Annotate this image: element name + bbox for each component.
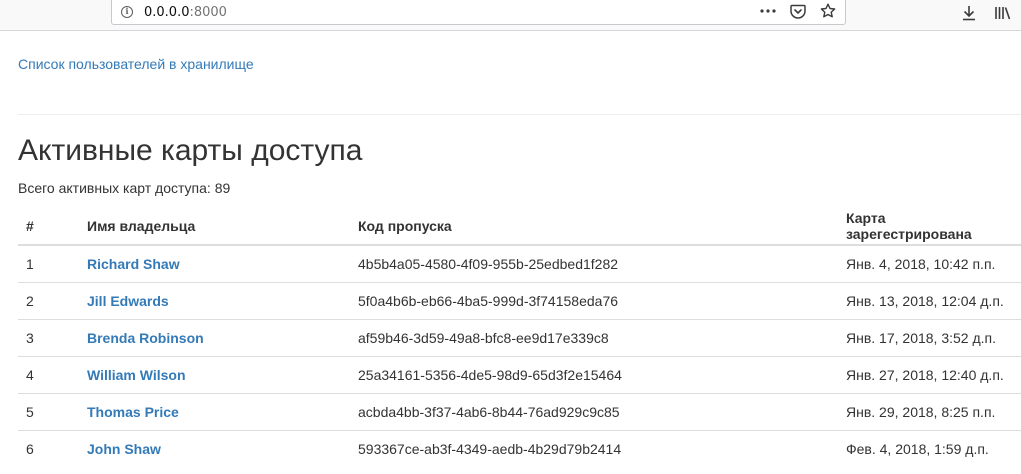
page-title: Активные карты доступа [18,134,363,167]
registered-date: Янв. 13, 2018, 12:04 д.п. [838,282,1021,320]
url-host: 0.0.0.0 [144,5,190,20]
card-code: 25a34161-5356-4de5-98d9-65d3f2e15464 [350,356,838,394]
owner-link[interactable]: Jill Edwards [87,293,169,309]
library-icon[interactable] [993,2,1013,24]
registered-date: Янв. 17, 2018, 3:52 д.п. [838,319,1021,357]
total-count: Всего активных карт доступа: 89 [18,180,231,196]
downloads-icon[interactable] [959,2,979,24]
header-code: Код пропуска [350,207,838,246]
row-num: 6 [18,430,79,467]
table-row: 1 Richard Shaw 4b5b4a05-4580-4f09-955b-2… [18,244,1021,283]
header-num: # [18,207,79,246]
row-num: 2 [18,282,79,320]
registered-date: Янв. 27, 2018, 12:40 д.п. [838,356,1021,394]
row-num: 3 [18,319,79,357]
registered-date: Янв. 4, 2018, 10:42 п.п. [838,244,1021,283]
url-text[interactable]: 0.0.0.0:8000 [144,5,227,20]
users-list-link[interactable]: Список пользователей в хранилище [18,56,254,72]
header-registered: Карта зарегестрирована [838,207,1021,246]
table-header-row: # Имя владельца Код пропуска Карта зарег… [18,207,1021,246]
owner-link[interactable]: Brenda Robinson [87,330,204,346]
card-code: 5f0a4b6b-eb66-4ba5-999d-3f74158eda76 [350,282,838,320]
table-row: 4 William Wilson 25a34161-5356-4de5-98d9… [18,356,1021,394]
table-row: 5 Thomas Price acbda4bb-3f37-4ab6-8b44-7… [18,393,1021,431]
pocket-icon[interactable] [789,2,807,20]
row-num: 5 [18,393,79,431]
card-code: 4b5b4a05-4580-4f09-955b-25edbed1f282 [350,244,838,283]
divider [18,114,1021,115]
card-code: 593367ce-ab3f-4349-aedb-4b29d79b2414 [350,430,838,467]
owner-link[interactable]: John Shaw [87,441,161,457]
registered-date: Фев. 4, 2018, 1:59 д.п. [838,430,1021,467]
info-icon[interactable]: i [121,6,133,18]
registered-date: Янв. 29, 2018, 8:25 п.п. [838,393,1021,431]
row-num: 1 [18,244,79,283]
card-code: af59b46-3d59-49a8-bfc8-ee9d17e339c8 [350,319,838,357]
url-port: :8000 [189,5,227,20]
header-owner: Имя владельца [79,207,350,246]
owner-link[interactable]: Richard Shaw [87,256,180,272]
more-actions-icon[interactable] [759,2,777,20]
table-row: 3 Brenda Robinson af59b46-3d59-49a8-bfc8… [18,319,1021,357]
browser-toolbar: i 0.0.0.0:8000 [0,0,1021,31]
table-row: 6 John Shaw 593367ce-ab3f-4349-aedb-4b29… [18,430,1021,467]
access-cards-table: # Имя владельца Код пропуска Карта зарег… [18,207,1021,467]
owner-link[interactable]: William Wilson [87,367,186,383]
row-num: 4 [18,356,79,394]
address-bar[interactable]: i 0.0.0.0:8000 [111,0,846,25]
owner-link[interactable]: Thomas Price [87,404,179,420]
card-code: acbda4bb-3f37-4ab6-8b44-76ad929c9c85 [350,393,838,431]
table-row: 2 Jill Edwards 5f0a4b6b-eb66-4ba5-999d-3… [18,282,1021,320]
bookmark-star-icon[interactable] [819,2,837,20]
